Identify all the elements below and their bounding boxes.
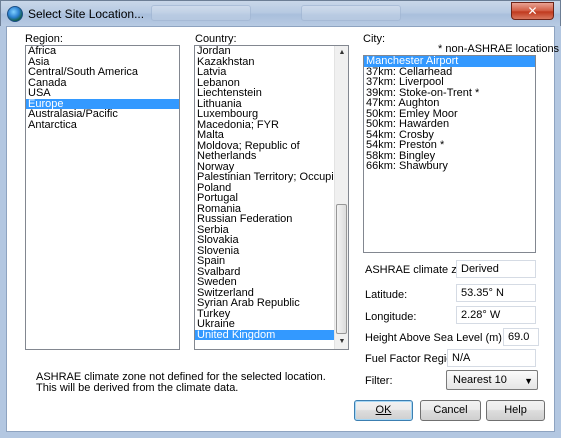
city-list-item[interactable]: 37km: Liverpool bbox=[364, 77, 535, 88]
country-list-item[interactable]: Latvia bbox=[195, 67, 348, 78]
country-list-item[interactable]: Luxembourg bbox=[195, 109, 348, 120]
country-list-item[interactable]: Malta bbox=[195, 130, 348, 141]
country-list-item[interactable]: Palestinian Territory; Occupied bbox=[195, 172, 348, 183]
country-list-item[interactable]: Netherlands bbox=[195, 151, 348, 162]
city-listbox[interactable]: Manchester Airport 37km: Cellarhead 37km: … bbox=[363, 55, 536, 253]
fuel-factor-value: N/A bbox=[447, 349, 536, 367]
city-list-item[interactable]: 47km: Aughton bbox=[364, 98, 535, 109]
country-list-item[interactable]: Russian Federation bbox=[195, 214, 348, 225]
scroll-down-icon[interactable]: ▼ bbox=[335, 335, 348, 349]
title-bar: Select Site Location... ✕ bbox=[0, 0, 561, 26]
background-window-tab bbox=[301, 5, 401, 21]
country-list-item[interactable]: Jordan bbox=[195, 46, 348, 57]
filter-dropdown[interactable]: Nearest 10 ▼ bbox=[446, 370, 538, 390]
country-scrollbar[interactable]: ▲ ▼ bbox=[334, 46, 348, 349]
scroll-thumb[interactable] bbox=[336, 204, 347, 334]
country-list-item[interactable]: Portugal bbox=[195, 193, 348, 204]
region-list-item[interactable]: Central/South America bbox=[26, 67, 179, 78]
ok-button-label: OK bbox=[375, 404, 392, 416]
latitude-label: Latitude: bbox=[365, 289, 408, 301]
region-list-item[interactable]: Antarctica bbox=[26, 119, 179, 131]
country-list-item[interactable]: Syrian Arab Republic bbox=[195, 298, 348, 309]
country-list-item[interactable]: Slovakia bbox=[195, 235, 348, 246]
height-label: Height Above Sea Level (m): bbox=[365, 332, 506, 344]
country-listbox[interactable]: Jordan Kazakhstan Latvia Lebanon Liechtenste… bbox=[194, 45, 349, 350]
climate-zone-message: ASHRAE climate zone not defined for the … bbox=[36, 371, 326, 394]
latitude-value: 53.35° N bbox=[456, 284, 536, 302]
country-label: Country: bbox=[195, 33, 237, 45]
longitude-value: 2.28° W bbox=[456, 306, 536, 324]
region-list-item[interactable]: Africa bbox=[26, 46, 179, 57]
city-label: City: bbox=[363, 33, 385, 45]
region-label: Region: bbox=[25, 33, 63, 45]
globe-icon bbox=[7, 6, 23, 22]
region-listbox[interactable]: Africa Asia Central/South America Canada USA… bbox=[25, 45, 180, 350]
help-button[interactable]: Help bbox=[486, 400, 545, 421]
city-list-item[interactable]: 54km: Preston * bbox=[364, 140, 535, 151]
country-list-item[interactable]: Ukraine bbox=[195, 319, 348, 330]
country-list-item[interactable]: Liechtenstein bbox=[195, 88, 348, 99]
filter-label: Filter: bbox=[365, 375, 393, 387]
cancel-button[interactable]: Cancel bbox=[420, 400, 481, 421]
background-window-tab bbox=[151, 5, 251, 21]
country-list-item[interactable]: Spain bbox=[195, 256, 348, 267]
filter-value: Nearest 10 bbox=[453, 374, 507, 386]
region-list-item[interactable]: USA bbox=[26, 88, 179, 99]
chevron-down-icon: ▼ bbox=[524, 376, 533, 386]
city-list-item[interactable]: 50km: Hawarden bbox=[364, 119, 535, 130]
scroll-up-icon[interactable]: ▲ bbox=[335, 46, 348, 60]
non-ashrae-note: * non-ASHRAE locations bbox=[438, 43, 560, 55]
help-button-label: Help bbox=[504, 404, 527, 416]
climate-zone-value: Derived bbox=[456, 260, 536, 278]
window-title: Select Site Location... bbox=[28, 7, 145, 21]
close-button[interactable]: ✕ bbox=[511, 2, 554, 20]
city-list-item[interactable]: Manchester Airport bbox=[364, 56, 535, 67]
height-value: 69.0 bbox=[503, 328, 539, 346]
longitude-label: Longitude: bbox=[365, 311, 417, 323]
city-list-item[interactable]: 66km: Shawbury bbox=[364, 161, 535, 172]
country-list-item[interactable]: United Kingdom bbox=[195, 329, 348, 340]
cancel-button-label: Cancel bbox=[433, 404, 468, 416]
ok-button[interactable]: OK bbox=[354, 400, 413, 421]
region-list-item[interactable]: Australasia/Pacific bbox=[26, 109, 179, 120]
country-list-item[interactable]: Sweden bbox=[195, 277, 348, 288]
